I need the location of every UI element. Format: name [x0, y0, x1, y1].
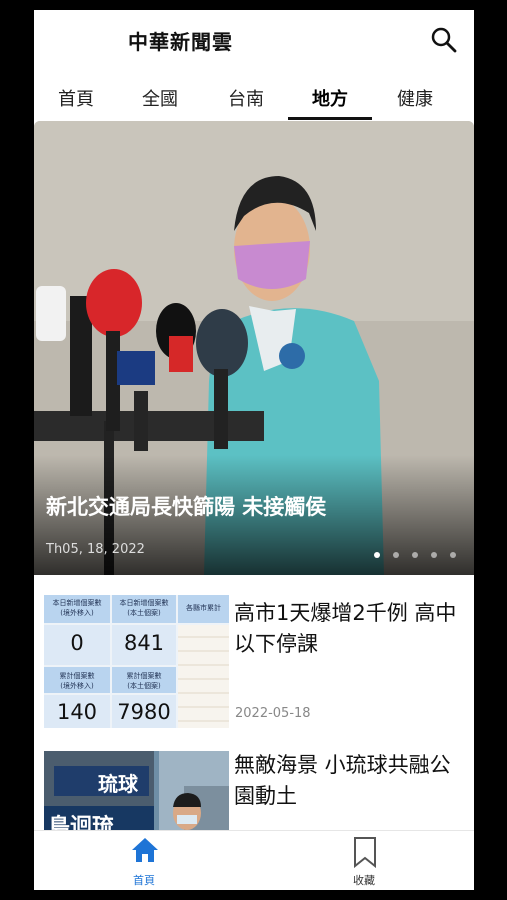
- bookmark-icon: [354, 837, 376, 868]
- article-list: 本日新增個案數 (境外移入) 本日新增個案數 (本土個案) 各縣市累計 0 84…: [34, 575, 474, 830]
- carousel-dot[interactable]: [374, 552, 380, 558]
- thumb-header-left: 本日新增個案數 (境外移入): [52, 599, 102, 617]
- thumb-row2-mid: 累計個案數 (本土個案): [126, 672, 162, 690]
- thumb-total-imported: 140: [56, 700, 98, 724]
- tab-national[interactable]: 全國: [118, 86, 202, 120]
- top-bar: 中華新聞雲: [34, 10, 474, 70]
- article-title[interactable]: 無敵海景 小琉球共融公園動土: [234, 750, 464, 812]
- featured-title[interactable]: 新北交通局長快篩陽 未接觸侯: [46, 491, 326, 521]
- thumb-value-local: 841: [123, 631, 165, 655]
- carousel-dot[interactable]: [393, 552, 399, 558]
- thumb-sign-text: 島迴琉: [48, 815, 115, 830]
- article-thumbnail: 琉球 島迴琉: [44, 751, 229, 830]
- thumb-header-right: 各縣市累計: [186, 604, 221, 612]
- app-screen: 中華新聞雲 首頁 全國 台南 地方 健康 新北交通局長快篩陽 未接觸侯 Th05…: [34, 10, 474, 890]
- nav-saved[interactable]: 收藏: [309, 831, 419, 890]
- article-title[interactable]: 高市1天爆增2千例 高中以下停課: [234, 598, 464, 660]
- nav-home-label: 首頁: [133, 874, 155, 887]
- list-item[interactable]: 本日新增個案數 (境外移入) 本日新增個案數 (本土個案) 各縣市累計 0 84…: [34, 575, 474, 728]
- featured-article[interactable]: 新北交通局長快篩陽 未接觸侯 Th05, 18, 2022: [34, 121, 474, 575]
- article-date: 2022-05-18: [235, 706, 311, 721]
- tab-home[interactable]: 首頁: [34, 86, 118, 120]
- featured-date: Th05, 18, 2022: [46, 542, 145, 557]
- carousel-dot[interactable]: [450, 552, 456, 558]
- search-icon: [431, 27, 457, 53]
- app-title: 中華新聞雲: [128, 30, 233, 54]
- tab-local[interactable]: 地方: [288, 86, 372, 120]
- nav-saved-label: 收藏: [353, 874, 375, 887]
- category-tabs: 首頁 全國 台南 地方 健康: [34, 86, 474, 122]
- carousel-dot[interactable]: [412, 552, 418, 558]
- list-item[interactable]: 琉球 島迴琉 無敵海景 小琉球共融公園動土: [34, 730, 474, 830]
- carousel-dot[interactable]: [431, 552, 437, 558]
- thumb-total-local: 7980: [117, 700, 171, 724]
- bottom-navigation: 首頁 收藏: [34, 830, 474, 890]
- search-button[interactable]: [430, 26, 458, 54]
- home-icon: [132, 838, 158, 862]
- thumb-value-imported: 0: [70, 631, 84, 655]
- tab-health[interactable]: 健康: [373, 86, 457, 120]
- tab-tainan[interactable]: 台南: [204, 86, 288, 120]
- thumb-sign-text: 琉球: [98, 772, 138, 796]
- thumb-header-mid: 本日新增個案數 (本土個案): [119, 599, 169, 617]
- nav-home[interactable]: 首頁: [89, 831, 199, 890]
- article-thumbnail: 本日新增個案數 (境外移入) 本日新增個案數 (本土個案) 各縣市累計 0 84…: [44, 595, 229, 728]
- carousel-dots: [374, 552, 456, 558]
- thumb-row2-left: 累計個案數 (境外移入): [59, 672, 95, 690]
